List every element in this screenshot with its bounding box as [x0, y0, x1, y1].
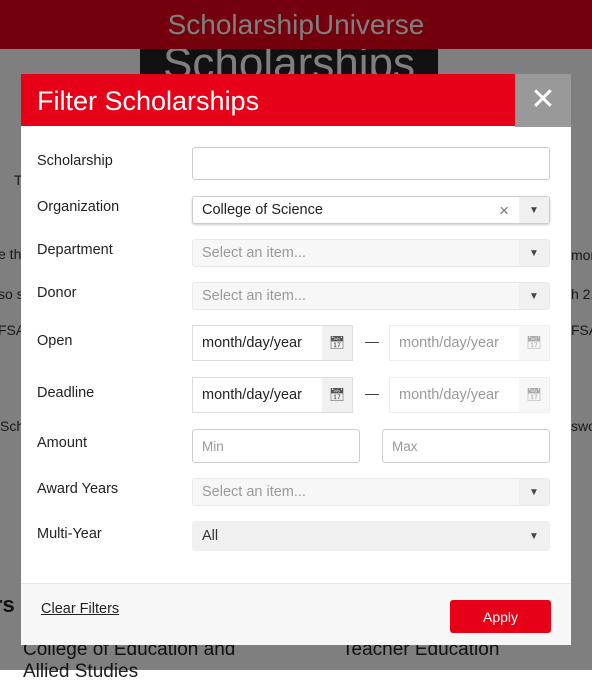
donor-placeholder: Select an item... — [202, 288, 306, 304]
deadline-from-input[interactable]: month/day/year 📅︎ — [192, 377, 353, 413]
range-dash: — — [365, 385, 379, 401]
deadline-label: Deadline — [37, 385, 95, 401]
filter-modal: Filter Scholarships ✕ Scholarship Organi… — [21, 74, 571, 645]
award-years-select[interactable]: Select an item... ▼ — [192, 478, 550, 506]
department-select[interactable]: Select an item... ▼ — [192, 239, 550, 267]
amount-label: Amount — [37, 435, 87, 451]
clear-selection-icon[interactable]: × — [499, 201, 509, 221]
award-years-placeholder: Select an item... — [202, 484, 306, 500]
amount-max-input[interactable]: Max — [382, 429, 550, 463]
open-from-value: month/day/year — [202, 335, 302, 351]
scholarship-input[interactable] — [192, 147, 550, 180]
apply-button[interactable]: Apply — [450, 600, 551, 633]
calendar-icon[interactable]: 📅︎ — [322, 378, 352, 412]
multi-year-value: All — [202, 528, 219, 544]
modal-footer: Clear Filters Apply — [21, 583, 571, 645]
calendar-icon[interactable]: 📅︎ — [519, 326, 549, 360]
organization-value: College of Science — [202, 202, 323, 218]
organization-label: Organization — [37, 199, 120, 215]
department-label: Department — [37, 242, 113, 258]
scholarship-label: Scholarship — [37, 153, 113, 169]
department-placeholder: Select an item... — [202, 245, 306, 261]
deadline-to-input[interactable]: month/day/year 📅︎ — [389, 377, 550, 413]
close-icon: ✕ — [530, 83, 556, 116]
amount-min-input[interactable]: Min — [192, 429, 360, 463]
open-from-input[interactable]: month/day/year 📅︎ — [192, 325, 353, 361]
multi-year-select[interactable]: All ▼ — [192, 521, 550, 551]
chevron-down-icon[interactable]: ▼ — [519, 240, 549, 266]
range-dash: — — [365, 333, 379, 349]
calendar-icon[interactable]: 📅︎ — [519, 378, 549, 412]
organization-select[interactable]: College of Science × ▼ — [192, 196, 550, 224]
deadline-to-value: month/day/year — [399, 387, 499, 403]
donor-select[interactable]: Select an item... ▼ — [192, 282, 550, 310]
clear-filters-link[interactable]: Clear Filters — [41, 601, 119, 617]
award-years-label: Award Years — [37, 481, 119, 497]
open-to-input[interactable]: month/day/year 📅︎ — [389, 325, 550, 361]
chevron-down-icon[interactable]: ▼ — [519, 197, 549, 223]
multi-year-label: Multi-Year — [37, 526, 102, 542]
chevron-down-icon[interactable]: ▼ — [519, 283, 549, 309]
deadline-from-value: month/day/year — [202, 387, 302, 403]
close-button[interactable]: ✕ — [515, 74, 571, 127]
open-label: Open — [37, 333, 73, 349]
chevron-down-icon[interactable]: ▼ — [519, 522, 549, 550]
calendar-icon[interactable]: 📅︎ — [322, 326, 352, 360]
modal-title: Filter Scholarships — [21, 74, 515, 127]
open-to-value: month/day/year — [399, 335, 499, 351]
chevron-down-icon[interactable]: ▼ — [519, 479, 549, 505]
donor-label: Donor — [37, 285, 77, 301]
